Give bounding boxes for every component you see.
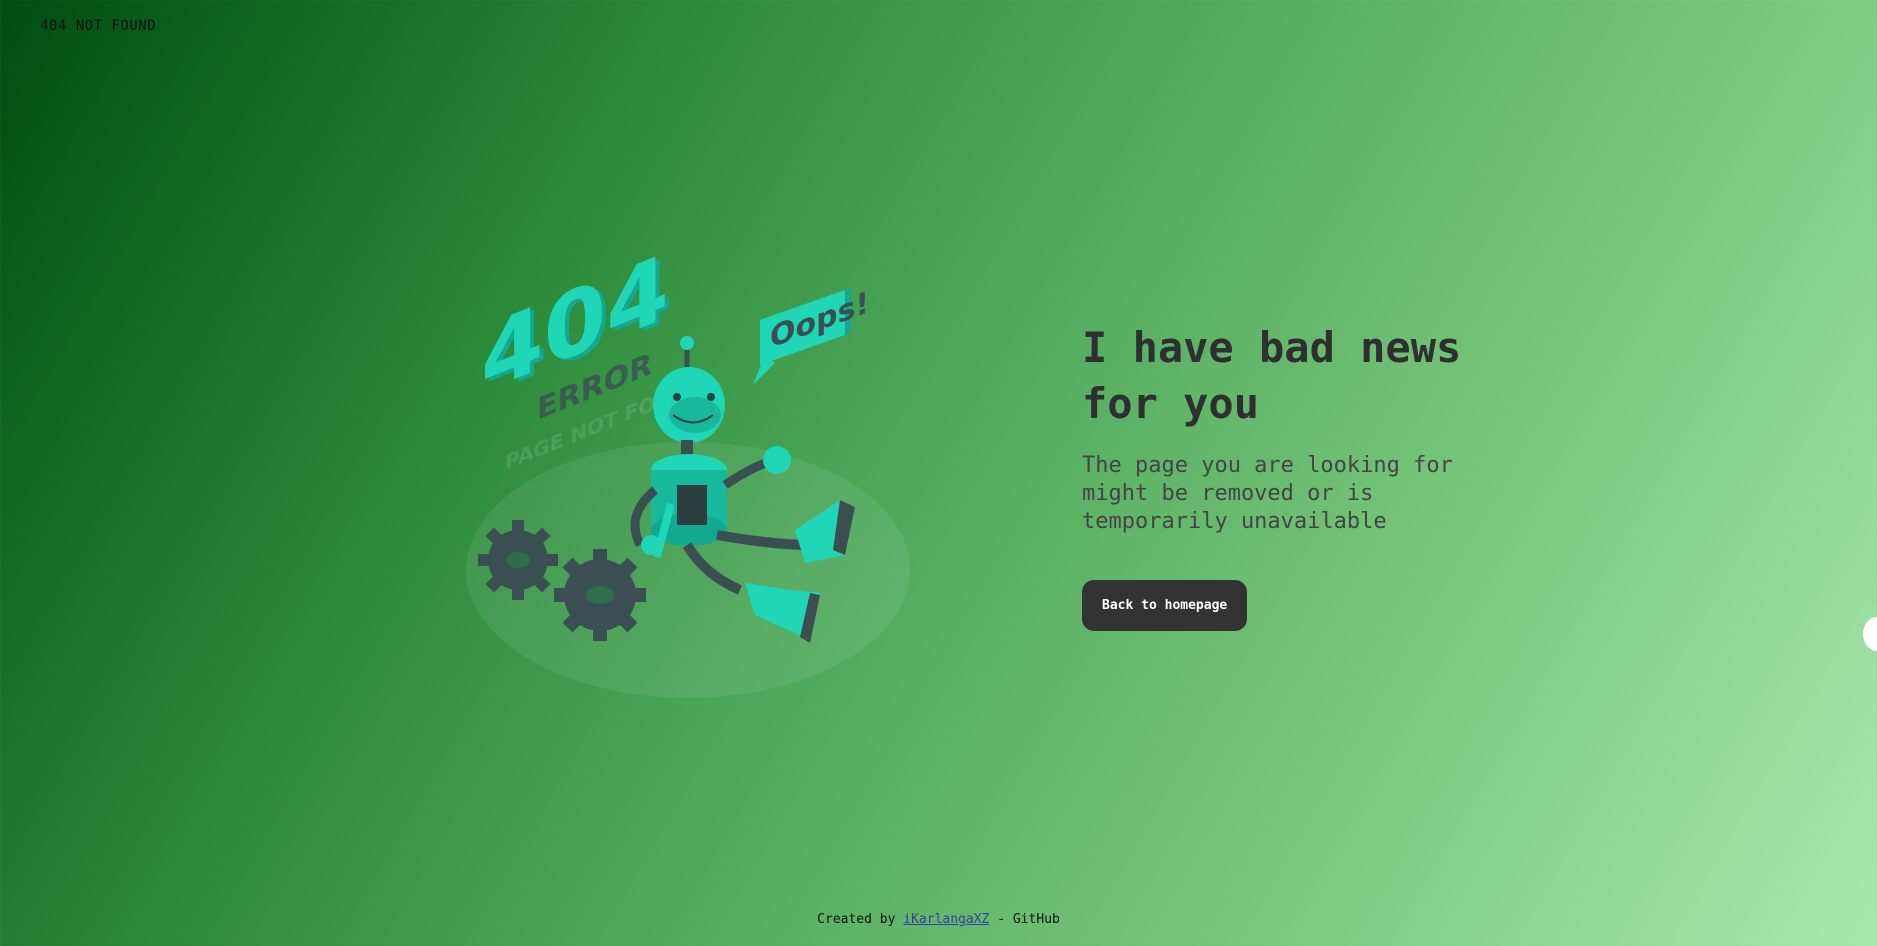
error-description: The page you are looking for might be re…	[1082, 453, 1453, 534]
footer-prefix: Created by	[817, 912, 896, 927]
gear-icon	[554, 549, 646, 641]
robot-404-illustration: 404 404 ERROR PAGE NOT FOUND Oops!	[455, 234, 930, 715]
svg-text:Oops!: Oops!	[770, 285, 869, 356]
oops-speech-bubble: Oops!	[753, 285, 869, 385]
back-to-homepage-button[interactable]: Back to homepage	[1082, 580, 1248, 631]
author-link[interactable]: iKarlangaXZ	[903, 912, 989, 927]
floating-widget-handle[interactable]	[1863, 617, 1877, 651]
footer-suffix: - GitHub	[997, 912, 1060, 927]
page-title: I have bad news for you	[1082, 323, 1462, 428]
robot-illustration-svg: 404 404 ERROR PAGE NOT FOUND Oops!	[466, 234, 910, 698]
gear-icon	[478, 520, 558, 600]
page-header-title: 404 NOT FOUND	[40, 18, 157, 34]
page-footer: Created by iKarlangaXZ - GitHub	[0, 912, 1877, 927]
error-message-panel: I have bad news for you The page you are…	[1082, 320, 1542, 631]
